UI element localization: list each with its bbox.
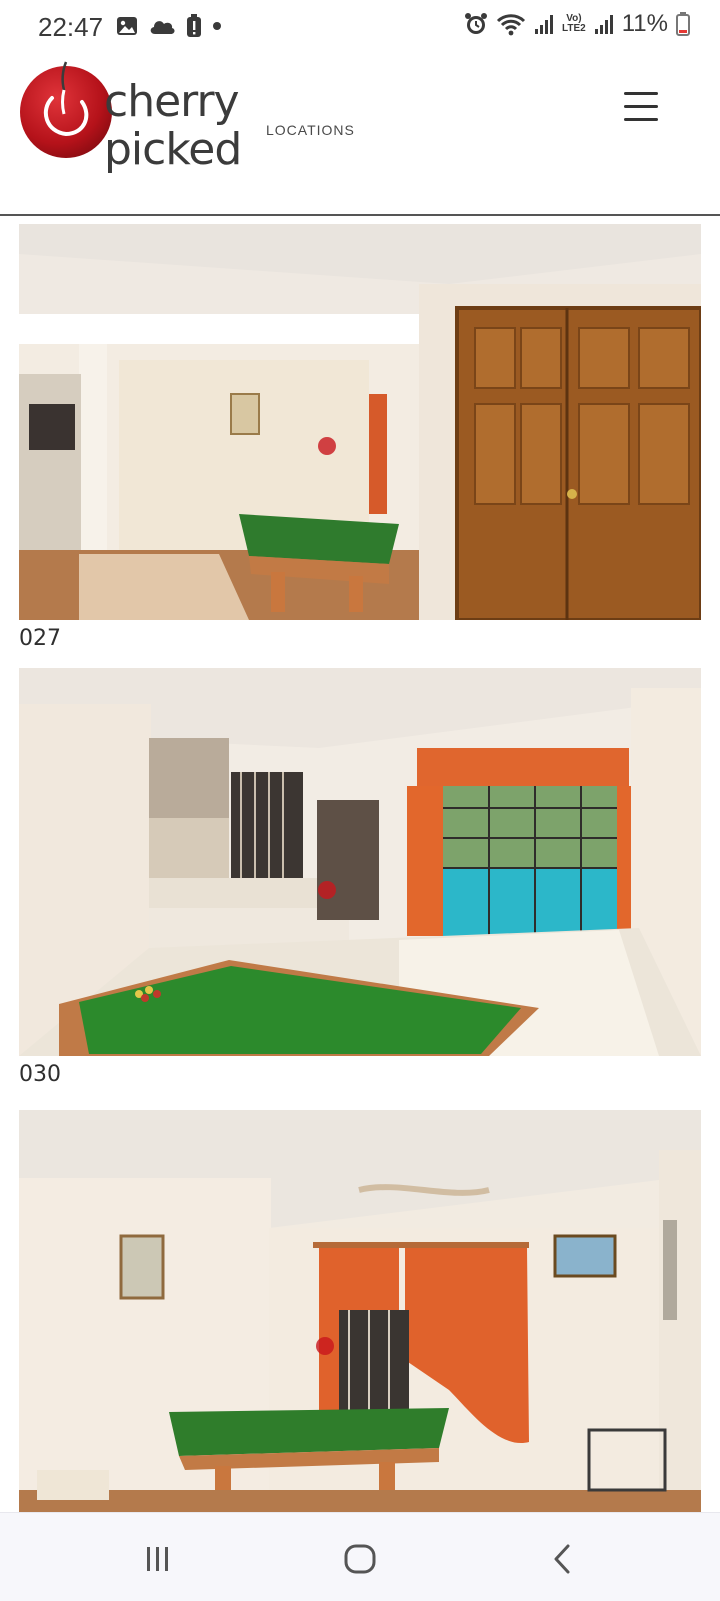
brand-wordmark: cherry picked LOCATIONS — [104, 78, 364, 174]
hamburger-menu-icon[interactable] — [622, 90, 662, 124]
cherry-logo-icon — [20, 61, 112, 158]
photo-caption: 027 — [19, 626, 61, 651]
status-system-icons: Vo) LTE2 11% — [464, 10, 690, 38]
recent-apps-icon[interactable] — [128, 1539, 188, 1579]
dot-icon — [213, 22, 221, 30]
lte-label: Vo) LTE2 — [562, 13, 586, 34]
status-notifications — [116, 14, 222, 38]
gallery-photo[interactable] — [19, 224, 701, 620]
wifi-icon — [496, 14, 526, 36]
gallery-icon — [117, 17, 137, 35]
gallery-photo[interactable] — [19, 668, 701, 1056]
status-bar: 22:47 Vo) LTE2 11% — [0, 0, 720, 54]
signal-icon — [594, 15, 613, 34]
signal-icon — [535, 15, 554, 34]
battery-alert-icon — [187, 14, 201, 37]
photo-caption: 030 — [19, 1062, 61, 1087]
site-header: cherry picked LOCATIONS — [0, 54, 720, 216]
status-time: 22:47 — [38, 12, 104, 42]
home-icon[interactable] — [330, 1539, 390, 1579]
system-nav-bar — [0, 1512, 720, 1601]
back-icon[interactable] — [532, 1539, 592, 1579]
alarm-icon — [465, 13, 488, 34]
gallery-photo[interactable] — [19, 1110, 701, 1512]
brand-logo[interactable] — [18, 58, 116, 158]
brand-subtitle: LOCATIONS — [266, 122, 355, 138]
cloud-icon — [150, 21, 175, 34]
battery-icon — [676, 12, 690, 36]
battery-percent: 11% — [621, 10, 668, 37]
